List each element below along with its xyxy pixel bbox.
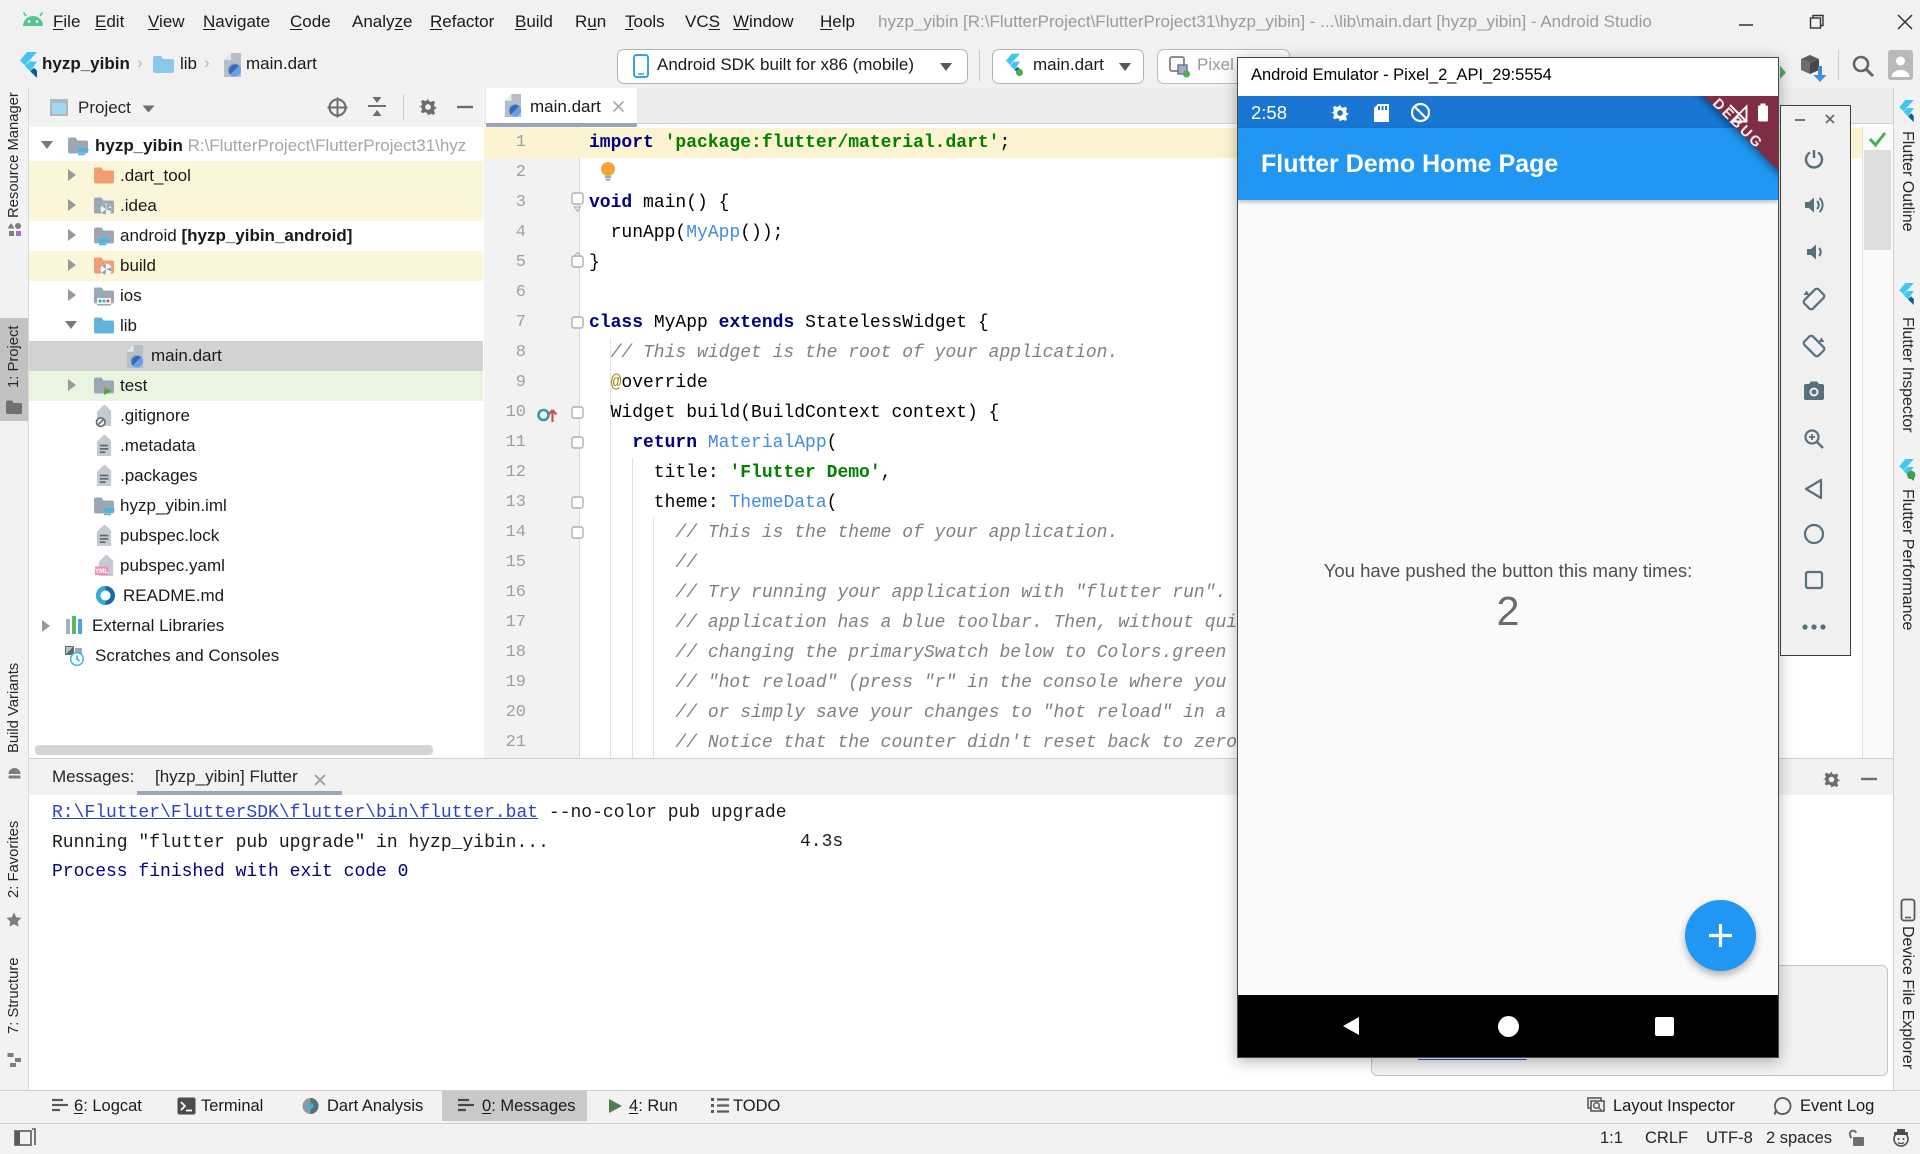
svg-text:YML: YML [95, 568, 108, 575]
